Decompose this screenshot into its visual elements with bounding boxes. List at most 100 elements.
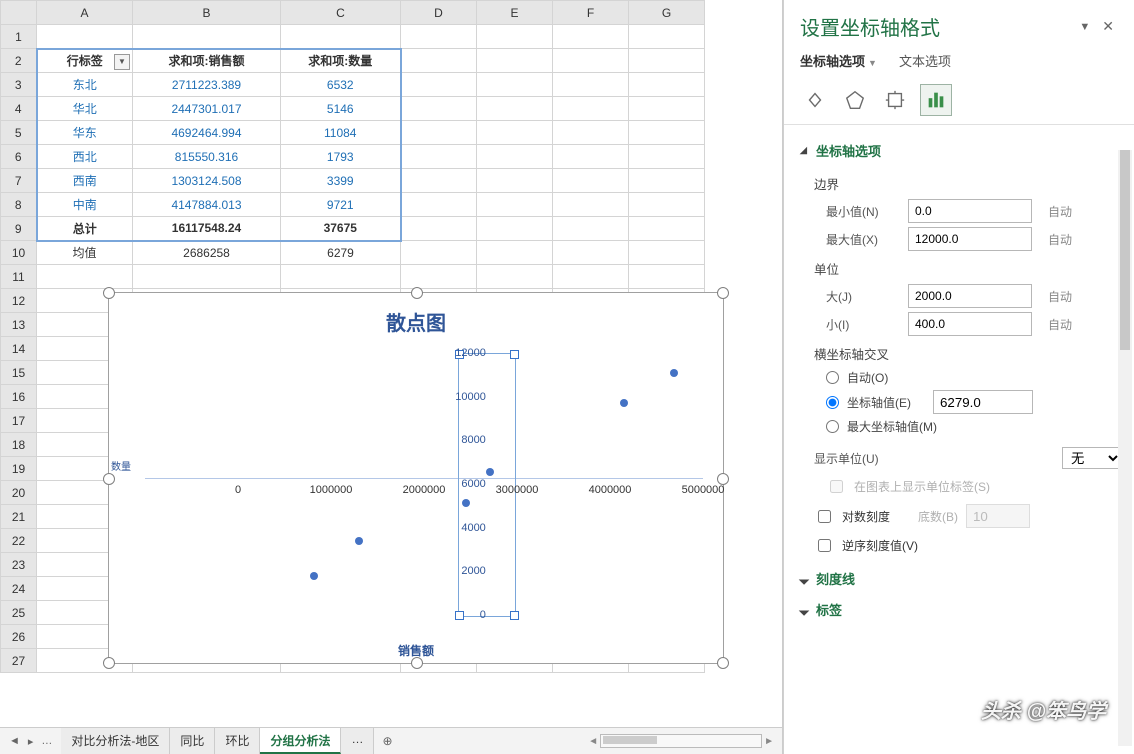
row-header-7[interactable]: 7 bbox=[1, 169, 37, 193]
cell-G9[interactable] bbox=[629, 217, 705, 241]
cell-B9[interactable]: 16117548.24 bbox=[133, 217, 281, 241]
sheet-tab[interactable]: 分组分析法 bbox=[260, 728, 341, 754]
col-header-F[interactable]: F bbox=[553, 1, 629, 25]
plot-area[interactable]: 0200040006000800010000120000100000020000… bbox=[145, 353, 703, 615]
cell-D9[interactable] bbox=[401, 217, 477, 241]
row-header-11[interactable]: 11 bbox=[1, 265, 37, 289]
filter-dropdown-icon[interactable]: ▼ bbox=[114, 54, 130, 70]
cell-A9[interactable]: 总计 bbox=[37, 217, 133, 241]
cell-E10[interactable] bbox=[477, 241, 553, 265]
section-tick-marks[interactable]: ◣刻度线 bbox=[800, 563, 1122, 594]
major-unit-input[interactable] bbox=[908, 284, 1032, 308]
cell-G5[interactable] bbox=[629, 121, 705, 145]
cell-D11[interactable] bbox=[401, 265, 477, 289]
sheet-tab-more[interactable]: … bbox=[341, 728, 374, 754]
effects-icon[interactable] bbox=[840, 85, 870, 115]
col-header-A[interactable]: A bbox=[37, 1, 133, 25]
horizontal-scrollbar[interactable]: ◄ ► bbox=[588, 734, 782, 748]
tab-nav-more[interactable]: … bbox=[38, 735, 55, 747]
cell-A2[interactable]: 行标签▼ bbox=[37, 49, 133, 73]
row-header-3[interactable]: 3 bbox=[1, 73, 37, 97]
fill-icon[interactable] bbox=[800, 85, 830, 115]
data-point[interactable] bbox=[355, 537, 363, 545]
tab-axis-options[interactable]: 坐标轴选项▼ bbox=[800, 51, 877, 70]
row-header-17[interactable]: 17 bbox=[1, 409, 37, 433]
cell-E7[interactable] bbox=[477, 169, 553, 193]
cell-D2[interactable] bbox=[401, 49, 477, 73]
cell-B4[interactable]: 2447301.017 bbox=[133, 97, 281, 121]
row-header-15[interactable]: 15 bbox=[1, 361, 37, 385]
row-header-24[interactable]: 24 bbox=[1, 577, 37, 601]
cell-E9[interactable] bbox=[477, 217, 553, 241]
row-header-10[interactable]: 10 bbox=[1, 241, 37, 265]
grid-scroll[interactable]: A B C D E F G 12行标签▼求和项:销售额求和项:数量3东北2711… bbox=[0, 0, 782, 727]
row-header-14[interactable]: 14 bbox=[1, 337, 37, 361]
cell-F2[interactable] bbox=[553, 49, 629, 73]
cell-C5[interactable]: 11084 bbox=[281, 121, 401, 145]
cell-E8[interactable] bbox=[477, 193, 553, 217]
col-header-D[interactable]: D bbox=[401, 1, 477, 25]
data-point[interactable] bbox=[462, 499, 470, 507]
cell-F1[interactable] bbox=[553, 25, 629, 49]
row-header-1[interactable]: 1 bbox=[1, 25, 37, 49]
col-header-E[interactable]: E bbox=[477, 1, 553, 25]
cell-A1[interactable] bbox=[37, 25, 133, 49]
row-header-8[interactable]: 8 bbox=[1, 193, 37, 217]
cell-A5[interactable]: 华东 bbox=[37, 121, 133, 145]
data-point[interactable] bbox=[310, 572, 318, 580]
cell-E6[interactable] bbox=[477, 145, 553, 169]
cell-F11[interactable] bbox=[553, 265, 629, 289]
cell-G7[interactable] bbox=[629, 169, 705, 193]
cell-E1[interactable] bbox=[477, 25, 553, 49]
cell-E3[interactable] bbox=[477, 73, 553, 97]
cell-F3[interactable] bbox=[553, 73, 629, 97]
display-unit-select[interactable]: 无 bbox=[1062, 447, 1122, 469]
cell-B10[interactable]: 2686258 bbox=[133, 241, 281, 265]
cell-D1[interactable] bbox=[401, 25, 477, 49]
cell-E5[interactable] bbox=[477, 121, 553, 145]
cell-C10[interactable]: 6279 bbox=[281, 241, 401, 265]
chart-resize-handle[interactable] bbox=[103, 287, 115, 299]
cell-C2[interactable]: 求和项:数量 bbox=[281, 49, 401, 73]
data-point[interactable] bbox=[670, 369, 678, 377]
cell-B11[interactable] bbox=[133, 265, 281, 289]
chart-resize-handle[interactable] bbox=[103, 473, 115, 485]
cell-F6[interactable] bbox=[553, 145, 629, 169]
row-header-21[interactable]: 21 bbox=[1, 505, 37, 529]
cell-G2[interactable] bbox=[629, 49, 705, 73]
data-point[interactable] bbox=[486, 468, 494, 476]
tab-text-options[interactable]: 文本选项 bbox=[899, 51, 951, 70]
cell-G8[interactable] bbox=[629, 193, 705, 217]
embedded-chart[interactable]: 散点图 数量 020004000600080001000012000010000… bbox=[108, 292, 724, 664]
chart-resize-handle[interactable] bbox=[103, 657, 115, 669]
cell-A3[interactable]: 东北 bbox=[37, 73, 133, 97]
min-value-input[interactable] bbox=[908, 199, 1032, 223]
cell-D8[interactable] bbox=[401, 193, 477, 217]
cell-F7[interactable] bbox=[553, 169, 629, 193]
log-scale-checkbox[interactable] bbox=[818, 510, 831, 523]
cell-C1[interactable] bbox=[281, 25, 401, 49]
section-axis-options[interactable]: ◢坐标轴选项 bbox=[800, 135, 1122, 166]
row-header-4[interactable]: 4 bbox=[1, 97, 37, 121]
cell-G3[interactable] bbox=[629, 73, 705, 97]
row-header-25[interactable]: 25 bbox=[1, 601, 37, 625]
cell-C6[interactable]: 1793 bbox=[281, 145, 401, 169]
cell-C9[interactable]: 37675 bbox=[281, 217, 401, 241]
row-header-22[interactable]: 22 bbox=[1, 529, 37, 553]
cell-B5[interactable]: 4692464.994 bbox=[133, 121, 281, 145]
add-sheet-button[interactable]: ⊕ bbox=[374, 732, 400, 750]
cell-C7[interactable]: 3399 bbox=[281, 169, 401, 193]
chart-resize-handle[interactable] bbox=[411, 287, 423, 299]
cell-C8[interactable]: 9721 bbox=[281, 193, 401, 217]
scroll-left-icon[interactable]: ◄ bbox=[588, 736, 598, 747]
cell-G4[interactable] bbox=[629, 97, 705, 121]
x-axis-label[interactable]: 销售额 bbox=[398, 642, 434, 659]
chart-resize-handle[interactable] bbox=[717, 657, 729, 669]
pane-scrollbar-thumb[interactable] bbox=[1120, 150, 1130, 350]
sheet-tab[interactable]: 环比 bbox=[215, 728, 260, 754]
cell-G11[interactable] bbox=[629, 265, 705, 289]
col-header-C[interactable]: C bbox=[281, 1, 401, 25]
scroll-right-icon[interactable]: ► bbox=[764, 736, 774, 747]
cell-C3[interactable]: 6532 bbox=[281, 73, 401, 97]
cell-B2[interactable]: 求和项:销售额 bbox=[133, 49, 281, 73]
